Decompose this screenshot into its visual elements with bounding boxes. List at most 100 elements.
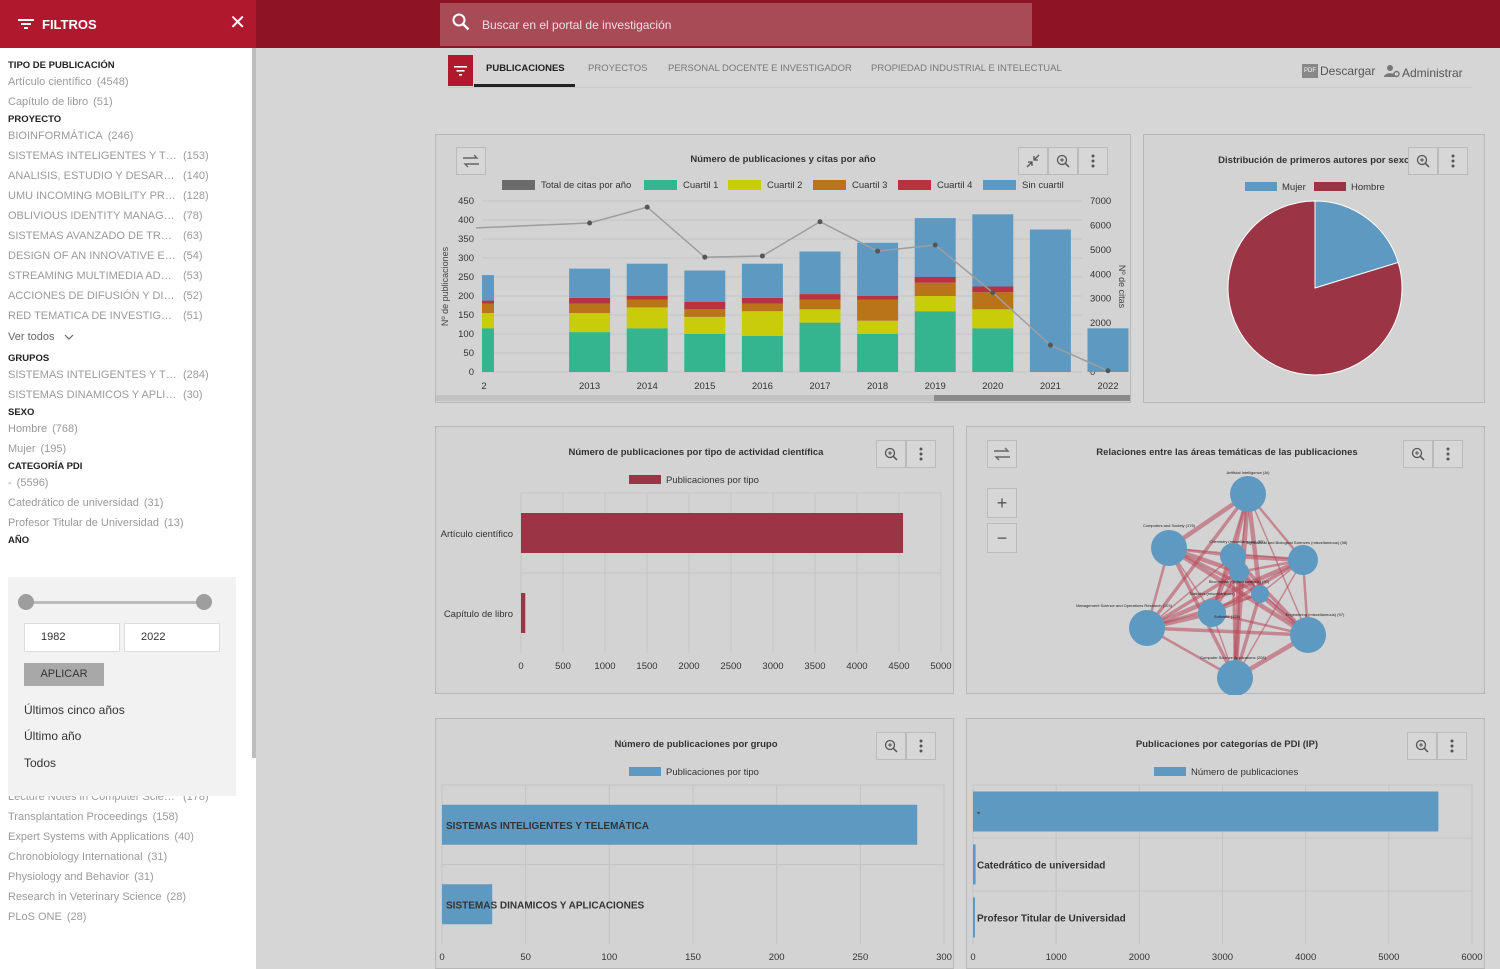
admin-button[interactable]: Administrar	[1384, 64, 1463, 81]
y2-tick-label: 6000	[1090, 220, 1111, 231]
legend-label: Hombre	[1351, 182, 1385, 193]
x-tick-label: 200	[769, 952, 785, 963]
year-slider-max-handle[interactable]	[196, 594, 212, 610]
filter-item-proyecto[interactable]: SISTEMAS AVANZADO DE TRAZ... (63)	[8, 226, 248, 246]
filter-item-proyecto[interactable]: ACCIONES DE DIFUSIÓN Y DIVUL... (52)	[8, 286, 248, 306]
network-node-label: Biochemistry (miscellaneous) (90)	[1209, 579, 1270, 584]
filter-item-proyecto[interactable]: SISTEMAS INTELIGENTES Y TEL... (153)	[8, 146, 248, 166]
y-tick-label: 350	[458, 234, 474, 245]
y-tick-label: 400	[458, 215, 474, 226]
bar-label: SISTEMAS INTELIGENTES Y TELEMÁTICA	[446, 819, 649, 832]
panel-by-category: Publicaciones por categorías de PDI (IP)…	[966, 718, 1485, 969]
filter-item-grupos[interactable]: SISTEMAS DINAMICOS Y APLIC... (30)	[8, 385, 248, 405]
x-tick-label: 1000	[1046, 952, 1067, 963]
download-button[interactable]: PDF Descargar	[1302, 64, 1375, 78]
tab-proyectos[interactable]: PROYECTOS	[588, 63, 647, 74]
tab-personal[interactable]: PERSONAL DOCENTE E INVESTIGADOR	[668, 63, 852, 74]
zoom-icon[interactable]	[1403, 440, 1433, 468]
filter-item-tipo[interactable]: Artículo científico (4548)	[8, 72, 248, 92]
bar-label: Catedrático de universidad	[977, 861, 1105, 872]
x-tick-label: 0	[439, 952, 444, 963]
x-tick-label: 5000	[1378, 952, 1399, 963]
filter-item-categoria[interactable]: Profesor Titular de Universidad (13)	[8, 513, 248, 533]
filter-item-sexo[interactable]: Mujer (195)	[8, 439, 248, 459]
filter-item-revistas[interactable]: Physiology and Behavior (31)	[8, 867, 248, 887]
quick-last-year[interactable]: Último año	[24, 729, 81, 743]
filter-item-label: Artículo científico	[8, 76, 92, 88]
filter-item-count: (153)	[183, 150, 209, 162]
sidebar-scrollbar[interactable]	[252, 48, 256, 758]
year-from-input[interactable]: 1982	[24, 623, 120, 652]
year-to-input[interactable]: 2022	[124, 623, 220, 652]
filter-item-label: PLoS ONE	[8, 911, 62, 923]
bar	[973, 897, 975, 938]
network-node-label: Computers and Society (176)	[1143, 523, 1196, 528]
tab-publicaciones[interactable]: PUBLICACIONES	[486, 63, 565, 74]
network-edge	[1258, 592, 1310, 637]
search-input[interactable]	[482, 17, 982, 32]
panel-pubs-year: Número de publicaciones y citas por año …	[435, 134, 1131, 403]
filter-item-count: (54)	[183, 250, 203, 262]
zoom-in-button[interactable]: +	[987, 488, 1017, 518]
filter-item-tipo[interactable]: Capítulo de libro (51)	[8, 92, 248, 112]
filter-item-proyecto[interactable]: RED TEMATICA DE INVESTIGACI... (51)	[8, 306, 248, 326]
legend-label: Sin cuartil	[1022, 180, 1064, 191]
filter-item-revistas[interactable]: Transplantation Proceedings (158)	[8, 807, 248, 827]
network-edge	[1145, 492, 1250, 630]
tab-propiedad[interactable]: PROPIEDAD INDUSTRIAL E INTELECTUAL	[871, 63, 1062, 74]
filter-item-grupos[interactable]: SISTEMAS INTELIGENTES Y TEL... (284)	[8, 365, 248, 385]
legend-label: Cuartil 1	[683, 180, 718, 191]
apply-button[interactable]: APLICAR	[24, 663, 104, 686]
filter-item-proyecto[interactable]: ANALISIS, ESTUDIO Y DESARRO... (140)	[8, 166, 248, 186]
network-node	[1288, 545, 1318, 575]
x-tick-label: 6000	[1461, 952, 1482, 963]
filter-item-count: (31)	[134, 871, 154, 883]
filter-item-proyecto[interactable]: STREAMING MULTIMEDIA ADAP... (53)	[8, 266, 248, 286]
filter-item-label: SISTEMAS DINAMICOS Y APLIC...	[8, 389, 178, 401]
see-all-link[interactable]: Ver todos	[8, 326, 248, 348]
filter-item-revistas[interactable]: Research in Veterinary Science (28)	[8, 887, 248, 907]
network-edge	[1238, 493, 1249, 573]
bar-segment	[1029, 229, 1071, 372]
bar-segment	[914, 311, 956, 372]
year-slider-min-handle[interactable]	[18, 594, 34, 610]
filter-item-revistas[interactable]: PLoS ONE (28)	[8, 907, 248, 927]
section-title-proyecto: PROYECTO	[8, 114, 62, 125]
search-bar[interactable]	[440, 3, 1032, 46]
filter-item-categoria[interactable]: Catedrático de universidad (31)	[8, 493, 248, 513]
more-menu-icon[interactable]	[1433, 440, 1463, 468]
bar-segment	[972, 309, 1014, 329]
network-edge	[1145, 547, 1171, 629]
close-icon[interactable]: ✕	[229, 13, 246, 33]
network-edge	[1146, 626, 1236, 680]
filter-item-revistas[interactable]: Chronobiology International (31)	[8, 847, 248, 867]
filter-item-proyecto[interactable]: DESIGN OF AN INNOVATIVE ENE... (54)	[8, 246, 248, 266]
filter-item-count: (28)	[166, 891, 187, 903]
legend-label: Cuartil 3	[852, 180, 887, 191]
filter-item-label: Mujer	[8, 443, 36, 455]
filter-item-count: (28)	[66, 911, 87, 923]
swap-button[interactable]	[987, 440, 1017, 468]
filter-item-count: (53)	[183, 270, 203, 282]
filter-item-label: -	[8, 477, 12, 489]
filter-item-categoria[interactable]: - (5596)	[8, 473, 248, 493]
filter-item-sexo[interactable]: Hombre (768)	[8, 419, 248, 439]
filter-item-revistas[interactable]: Expert Systems with Applications (40)	[8, 827, 248, 847]
year-slider[interactable]	[18, 594, 212, 610]
network-edge	[1146, 610, 1213, 631]
quick-last-five-years[interactable]: Últimos cinco años	[24, 703, 125, 717]
toggle-filters-button[interactable]	[448, 55, 473, 86]
bar-segment	[972, 214, 1014, 287]
zoom-out-button[interactable]: −	[987, 523, 1017, 553]
y-tick-label: 50	[463, 348, 474, 359]
network-edge	[1167, 547, 1237, 679]
network-edge	[1210, 493, 1250, 614]
bar-segment	[741, 335, 783, 372]
filter-item-proyecto[interactable]: BIOINFORMÁTICA (246)	[8, 126, 248, 146]
quick-all[interactable]: Todos	[24, 756, 56, 770]
filter-item-proyecto[interactable]: UMU INCOMING MOBILITY PRO... (128)	[8, 186, 248, 206]
x-tick-label: 1500	[636, 661, 657, 672]
network-edge	[1238, 558, 1304, 574]
filter-item-proyecto[interactable]: OBLIVIOUS IDENTITY MANAGEM... (78)	[8, 206, 248, 226]
filter-item-label: OBLIVIOUS IDENTITY MANAGEM...	[8, 210, 178, 222]
